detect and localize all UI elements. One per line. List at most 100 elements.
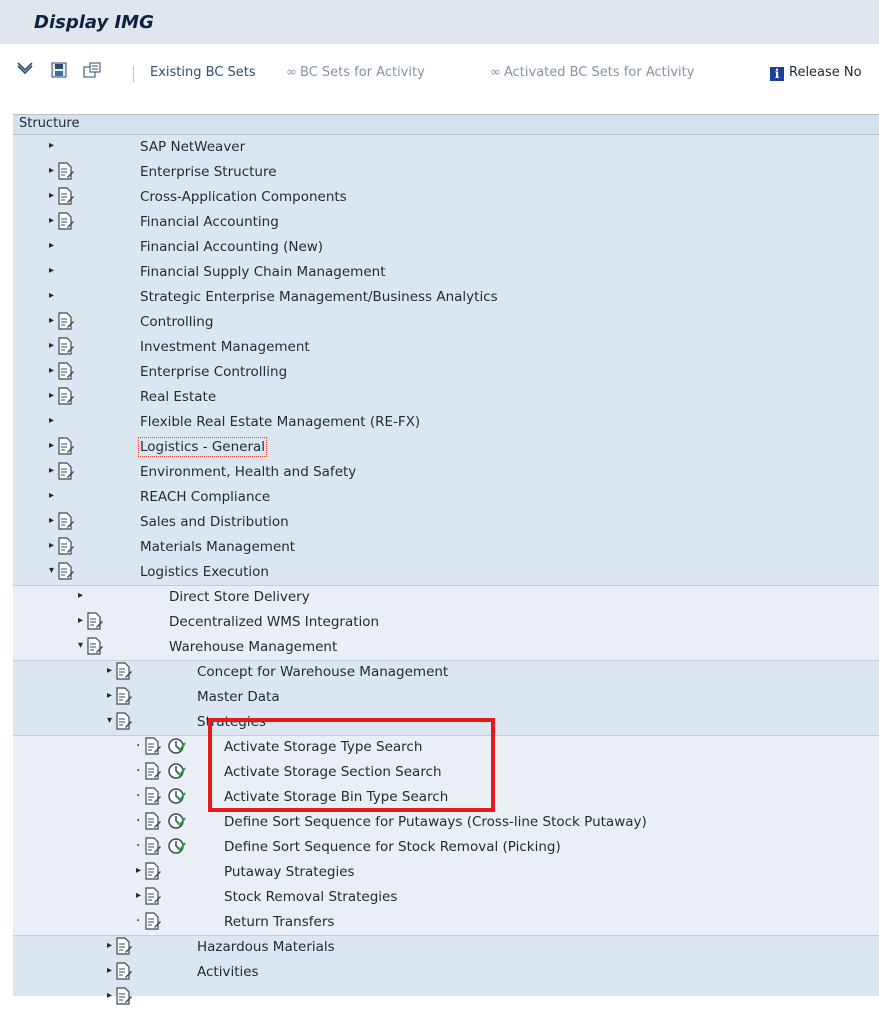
- expand-arrow-icon[interactable]: ▸: [49, 190, 54, 201]
- tree-node-label[interactable]: Investment Management: [140, 339, 310, 355]
- tree-node-label[interactable]: Real Estate: [140, 389, 216, 405]
- tree-node-label[interactable]: Financial Accounting: [140, 214, 279, 230]
- documentation-icon[interactable]: [57, 436, 75, 460]
- tree-node[interactable]: ▸ Logistics - General: [13, 435, 879, 460]
- tree-node[interactable]: ▸ Strategic Enterprise Management/Busines…: [13, 285, 879, 310]
- tree-node-label[interactable]: Materials Management: [140, 539, 295, 555]
- documentation-icon[interactable]: [57, 536, 75, 560]
- documentation-icon[interactable]: [57, 161, 75, 185]
- tree-node[interactable]: ▸ Cross-Application Components: [13, 185, 879, 210]
- documentation-icon[interactable]: [115, 711, 133, 735]
- tree-node[interactable]: · Return Transfers: [13, 910, 879, 935]
- expand-arrow-icon[interactable]: ▸: [136, 890, 141, 901]
- tree-node-label[interactable]: Enterprise Structure: [140, 164, 277, 180]
- expand-arrow-icon[interactable]: ▸: [107, 990, 112, 1001]
- expand-arrow-icon[interactable]: ▸: [49, 365, 54, 376]
- tree-node-label[interactable]: Define Sort Sequence for Putaways (Cross…: [224, 814, 647, 830]
- tree-node-label[interactable]: Cross-Application Components: [140, 189, 347, 205]
- tree-node-label[interactable]: Direct Store Delivery: [169, 589, 310, 605]
- tree-node-label[interactable]: Master Data: [197, 689, 280, 705]
- tree-node[interactable]: ▸ Investment Management: [13, 335, 879, 360]
- documentation-icon[interactable]: [57, 336, 75, 360]
- tree-node[interactable]: ▸ Materials Management: [13, 535, 879, 560]
- tree-node[interactable]: ▸ Flexible Real Estate Management (RE-FX): [13, 410, 879, 435]
- expand-arrow-icon[interactable]: ▸: [49, 540, 54, 551]
- save-icon[interactable]: [50, 62, 68, 82]
- expand-arrow-icon[interactable]: ▸: [78, 590, 83, 601]
- tree-node-label[interactable]: Define Sort Sequence for Stock Removal (…: [224, 839, 561, 855]
- documentation-icon[interactable]: [57, 211, 75, 235]
- execute-activity-icon[interactable]: [166, 786, 186, 810]
- bc-sets-for-activity-button[interactable]: ∞ BC Sets for Activity: [286, 65, 425, 80]
- tree-node[interactable]: ▸ Master Data: [13, 685, 879, 710]
- expand-arrow-icon[interactable]: ▸: [49, 265, 54, 276]
- documentation-icon[interactable]: [144, 811, 162, 835]
- tree-node-label[interactable]: Sales and Distribution: [140, 514, 289, 530]
- tree-node-label[interactable]: Hazardous Materials: [197, 939, 335, 955]
- tree-node-label[interactable]: Warehouse Management: [169, 639, 337, 655]
- collapse-arrow-icon[interactable]: ▾: [107, 715, 112, 726]
- documentation-icon[interactable]: [57, 311, 75, 335]
- expand-arrow-icon[interactable]: ▸: [107, 965, 112, 976]
- tree-node-label[interactable]: SAP NetWeaver: [140, 139, 245, 155]
- documentation-icon[interactable]: [57, 386, 75, 410]
- expand-arrow-icon[interactable]: ▸: [49, 465, 54, 476]
- expand-arrow-icon[interactable]: ▸: [49, 415, 54, 426]
- documentation-icon[interactable]: [115, 936, 133, 960]
- tree-node[interactable]: ▸ Stock Removal Strategies: [13, 885, 879, 910]
- settings-icon[interactable]: [82, 62, 102, 82]
- tree-node-label[interactable]: Flexible Real Estate Management (RE-FX): [140, 414, 420, 430]
- collapse-arrow-icon[interactable]: ▾: [49, 565, 54, 576]
- tree-node-label[interactable]: Stock Removal Strategies: [224, 889, 397, 905]
- expand-arrow-icon[interactable]: ▸: [49, 165, 54, 176]
- release-notes-button[interactable]: i Release No: [770, 65, 862, 81]
- tree-node-label[interactable]: Concept for Warehouse Management: [197, 664, 448, 680]
- tree-node-label[interactable]: Enterprise Controlling: [140, 364, 287, 380]
- tree-node[interactable]: ▸ Direct Store Delivery: [13, 585, 879, 610]
- expand-arrow-icon[interactable]: ▸: [49, 340, 54, 351]
- expand-arrow-icon[interactable]: ▸: [49, 240, 54, 251]
- expand-arrow-icon[interactable]: ▸: [107, 940, 112, 951]
- expand-arrow-icon[interactable]: ▸: [136, 865, 141, 876]
- documentation-icon[interactable]: [115, 986, 133, 1010]
- documentation-icon[interactable]: [57, 511, 75, 535]
- tree-node[interactable]: ▸ Concept for Warehouse Management: [13, 660, 879, 685]
- expand-arrow-icon[interactable]: ▸: [49, 490, 54, 501]
- tree-node[interactable]: ▸: [13, 985, 879, 1010]
- tree-node[interactable]: ▸ Decentralized WMS Integration: [13, 610, 879, 635]
- tree-node[interactable]: ▸ Putaway Strategies: [13, 860, 879, 885]
- execute-activity-icon[interactable]: [166, 761, 186, 785]
- expand-arrow-icon[interactable]: ▸: [49, 440, 54, 451]
- tree-node-label[interactable]: Return Transfers: [224, 914, 334, 930]
- existing-bc-sets-button[interactable]: Existing BC Sets: [150, 65, 256, 80]
- expand-all-icon[interactable]: [16, 62, 34, 82]
- tree-node[interactable]: · Define Sort Sequence for Stock Removal …: [13, 835, 879, 860]
- expand-arrow-icon[interactable]: ▸: [49, 315, 54, 326]
- documentation-icon[interactable]: [144, 886, 162, 910]
- tree-node-label[interactable]: Strategic Enterprise Management/Business…: [140, 289, 498, 305]
- tree-node-label[interactable]: Activities: [197, 964, 259, 980]
- tree-node-label[interactable]: Logistics Execution: [140, 564, 269, 580]
- tree-node-label[interactable]: Environment, Health and Safety: [140, 464, 356, 480]
- documentation-icon[interactable]: [86, 611, 104, 635]
- expand-arrow-icon[interactable]: ▸: [49, 515, 54, 526]
- tree-node-label-focused[interactable]: Logistics - General: [137, 437, 268, 457]
- tree-node-label[interactable]: Controlling: [140, 314, 213, 330]
- collapse-arrow-icon[interactable]: ▾: [78, 640, 83, 651]
- tree-node-label[interactable]: Decentralized WMS Integration: [169, 614, 379, 630]
- tree-node[interactable]: ▸ Financial Accounting: [13, 210, 879, 235]
- activated-bc-sets-button[interactable]: ∞ Activated BC Sets for Activity: [490, 65, 694, 80]
- documentation-icon[interactable]: [144, 786, 162, 810]
- documentation-icon[interactable]: [57, 186, 75, 210]
- tree-node[interactable]: ▸ Enterprise Structure: [13, 160, 879, 185]
- tree-node[interactable]: ▸ Hazardous Materials: [13, 935, 879, 960]
- expand-arrow-icon[interactable]: ▸: [49, 140, 54, 151]
- tree-node-label[interactable]: Financial Accounting (New): [140, 239, 323, 255]
- documentation-icon[interactable]: [57, 461, 75, 485]
- tree-node[interactable]: ▸ Activities: [13, 960, 879, 985]
- documentation-icon[interactable]: [144, 836, 162, 860]
- documentation-icon[interactable]: [144, 736, 162, 760]
- tree-node[interactable]: ▸ REACH Compliance: [13, 485, 879, 510]
- tree-node[interactable]: ▸ SAP NetWeaver: [13, 135, 879, 160]
- tree-node[interactable]: ▸ Environment, Health and Safety: [13, 460, 879, 485]
